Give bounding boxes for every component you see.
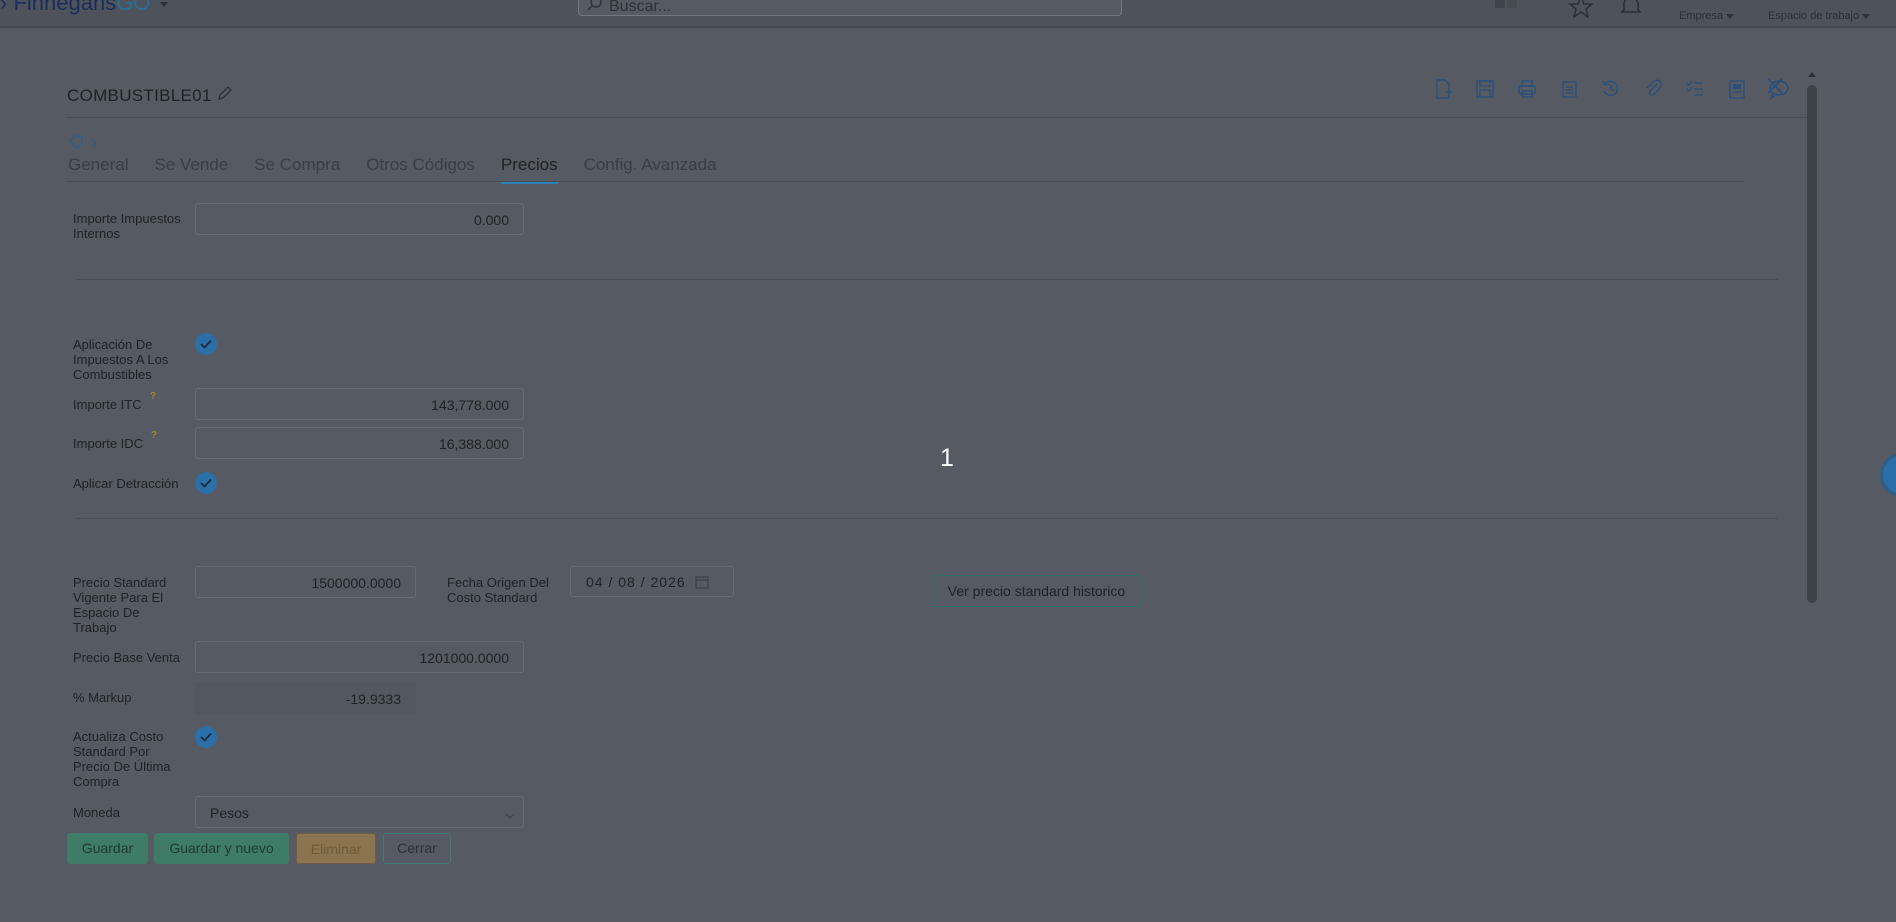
help-icon[interactable]: ? (150, 391, 156, 402)
section-divider (76, 279, 1778, 280)
guardar-y-nuevo-button[interactable]: Guardar y nuevo (154, 833, 289, 864)
tab-config-avanzada[interactable]: Config. Avanzada (584, 155, 717, 184)
record-toolbar (1422, 76, 1800, 102)
aplicar-detraccion-checkbox[interactable] (195, 472, 217, 494)
workspace-menu[interactable]: Espacio de trabajo (1768, 10, 1871, 22)
record-title: COMBUSTIBLE01 (67, 84, 234, 107)
chevron-right-icon[interactable] (90, 136, 98, 154)
brand-arrow-icon: › (0, 0, 8, 15)
history-icon[interactable] (1590, 76, 1632, 102)
help-chat-bubble[interactable] (1880, 453, 1896, 497)
print-icon[interactable] (1506, 76, 1548, 102)
precio-standard-input[interactable]: 1500000.0000 (195, 566, 416, 598)
chevron-down-icon (1862, 13, 1871, 19)
checklist-icon[interactable] (1674, 76, 1716, 102)
calendar-icon[interactable] (695, 575, 709, 592)
fecha-origen-date-input[interactable]: 04 / 08 / 2026 (570, 566, 734, 597)
breadcrumb (68, 135, 98, 154)
moneda-select[interactable]: Pesos (195, 796, 524, 828)
actualiza-costo-checkbox[interactable] (195, 726, 217, 748)
check-icon (200, 478, 212, 488)
section-divider (76, 518, 1778, 519)
close-icon[interactable] (1765, 76, 1785, 101)
tag-icon[interactable] (68, 135, 84, 154)
vertical-scrollbar[interactable] (1807, 85, 1817, 603)
aplicar-detraccion-label: Aplicar Detracción (73, 476, 179, 491)
importe-impuestos-internos-label: Importe Impuestos Internos (73, 211, 181, 241)
help-icon[interactable]: ? (151, 430, 157, 441)
check-icon (200, 732, 212, 742)
empresa-menu[interactable]: Empresa (1679, 10, 1735, 22)
apps-icon[interactable] (1492, 0, 1522, 19)
importe-itc-input[interactable]: 143,778.000 (195, 388, 524, 420)
chevron-down-icon (1726, 13, 1735, 19)
importe-idc-label: Importe IDC (73, 436, 144, 451)
precio-base-venta-input[interactable]: 1201000.0000 (195, 641, 524, 673)
global-search-input[interactable]: Buscar... (578, 0, 1122, 16)
tab-otros-codigos[interactable]: Otros Códigos (366, 155, 475, 184)
cerrar-button[interactable]: Cerrar (383, 833, 451, 864)
guardar-button[interactable]: Guardar (67, 833, 148, 864)
attach-icon[interactable] (1632, 76, 1674, 102)
top-bar: › FinnegansGO Buscar... Empresa Espacio … (0, 0, 1896, 28)
tabs-divider (66, 181, 1744, 182)
precio-base-venta-label: Precio Base Venta (73, 650, 180, 665)
brand-logo[interactable]: › FinnegansGO (0, 0, 168, 16)
aplicacion-impuestos-label: Aplicación De Impuestos A Los Combustibl… (73, 337, 169, 382)
tab-se-vende[interactable]: Se Vende (154, 155, 228, 184)
importe-impuestos-internos-input[interactable]: 0.000 (195, 203, 524, 235)
fecha-origen-label: Fecha Origen Del Costo Standard (447, 575, 549, 605)
markup-value: -19.9333 (195, 682, 416, 714)
aplicacion-impuestos-checkbox[interactable] (195, 333, 217, 355)
moneda-label: Moneda (73, 805, 120, 820)
report-icon[interactable] (1716, 76, 1758, 102)
check-icon (200, 339, 212, 349)
scroll-up-arrow[interactable] (1808, 72, 1816, 77)
importe-itc-label: Importe ITC (73, 397, 142, 412)
edit-pencil-icon[interactable] (216, 84, 234, 107)
eliminar-button[interactable]: Eliminar (296, 833, 376, 864)
importe-idc-input[interactable]: 16,388.000 (195, 427, 524, 459)
star-icon[interactable] (1567, 0, 1595, 23)
copy-icon[interactable] (1548, 76, 1590, 102)
tab-precios[interactable]: Precios (500, 155, 558, 184)
search-icon (587, 0, 603, 16)
header-divider (66, 117, 1810, 118)
tab-bar: General Se Vende Se Compra Otros Códigos… (68, 155, 717, 184)
chevron-down-icon[interactable] (159, 1, 168, 7)
markup-label: % Markup (73, 690, 132, 705)
save-icon[interactable] (1464, 76, 1506, 102)
actualiza-costo-label: Actualiza Costo Standard Por Precio De Ú… (73, 729, 171, 789)
brand-name: Finnegans (13, 0, 117, 15)
ver-precio-historico-button[interactable]: Ver precio standard historico (932, 575, 1141, 607)
precio-standard-label: Precio Standard Vigente Para El Espacio … (73, 575, 167, 635)
chevron-down-icon (505, 807, 515, 823)
brand-suffix: GO (116, 0, 151, 15)
new-document-icon[interactable] (1422, 76, 1464, 102)
tab-se-compra[interactable]: Se Compra (254, 155, 340, 184)
search-placeholder: Buscar... (609, 0, 672, 15)
tab-general[interactable]: General (68, 155, 128, 184)
bell-icon[interactable] (1618, 0, 1644, 23)
step-number-overlay: 1 (940, 444, 954, 472)
